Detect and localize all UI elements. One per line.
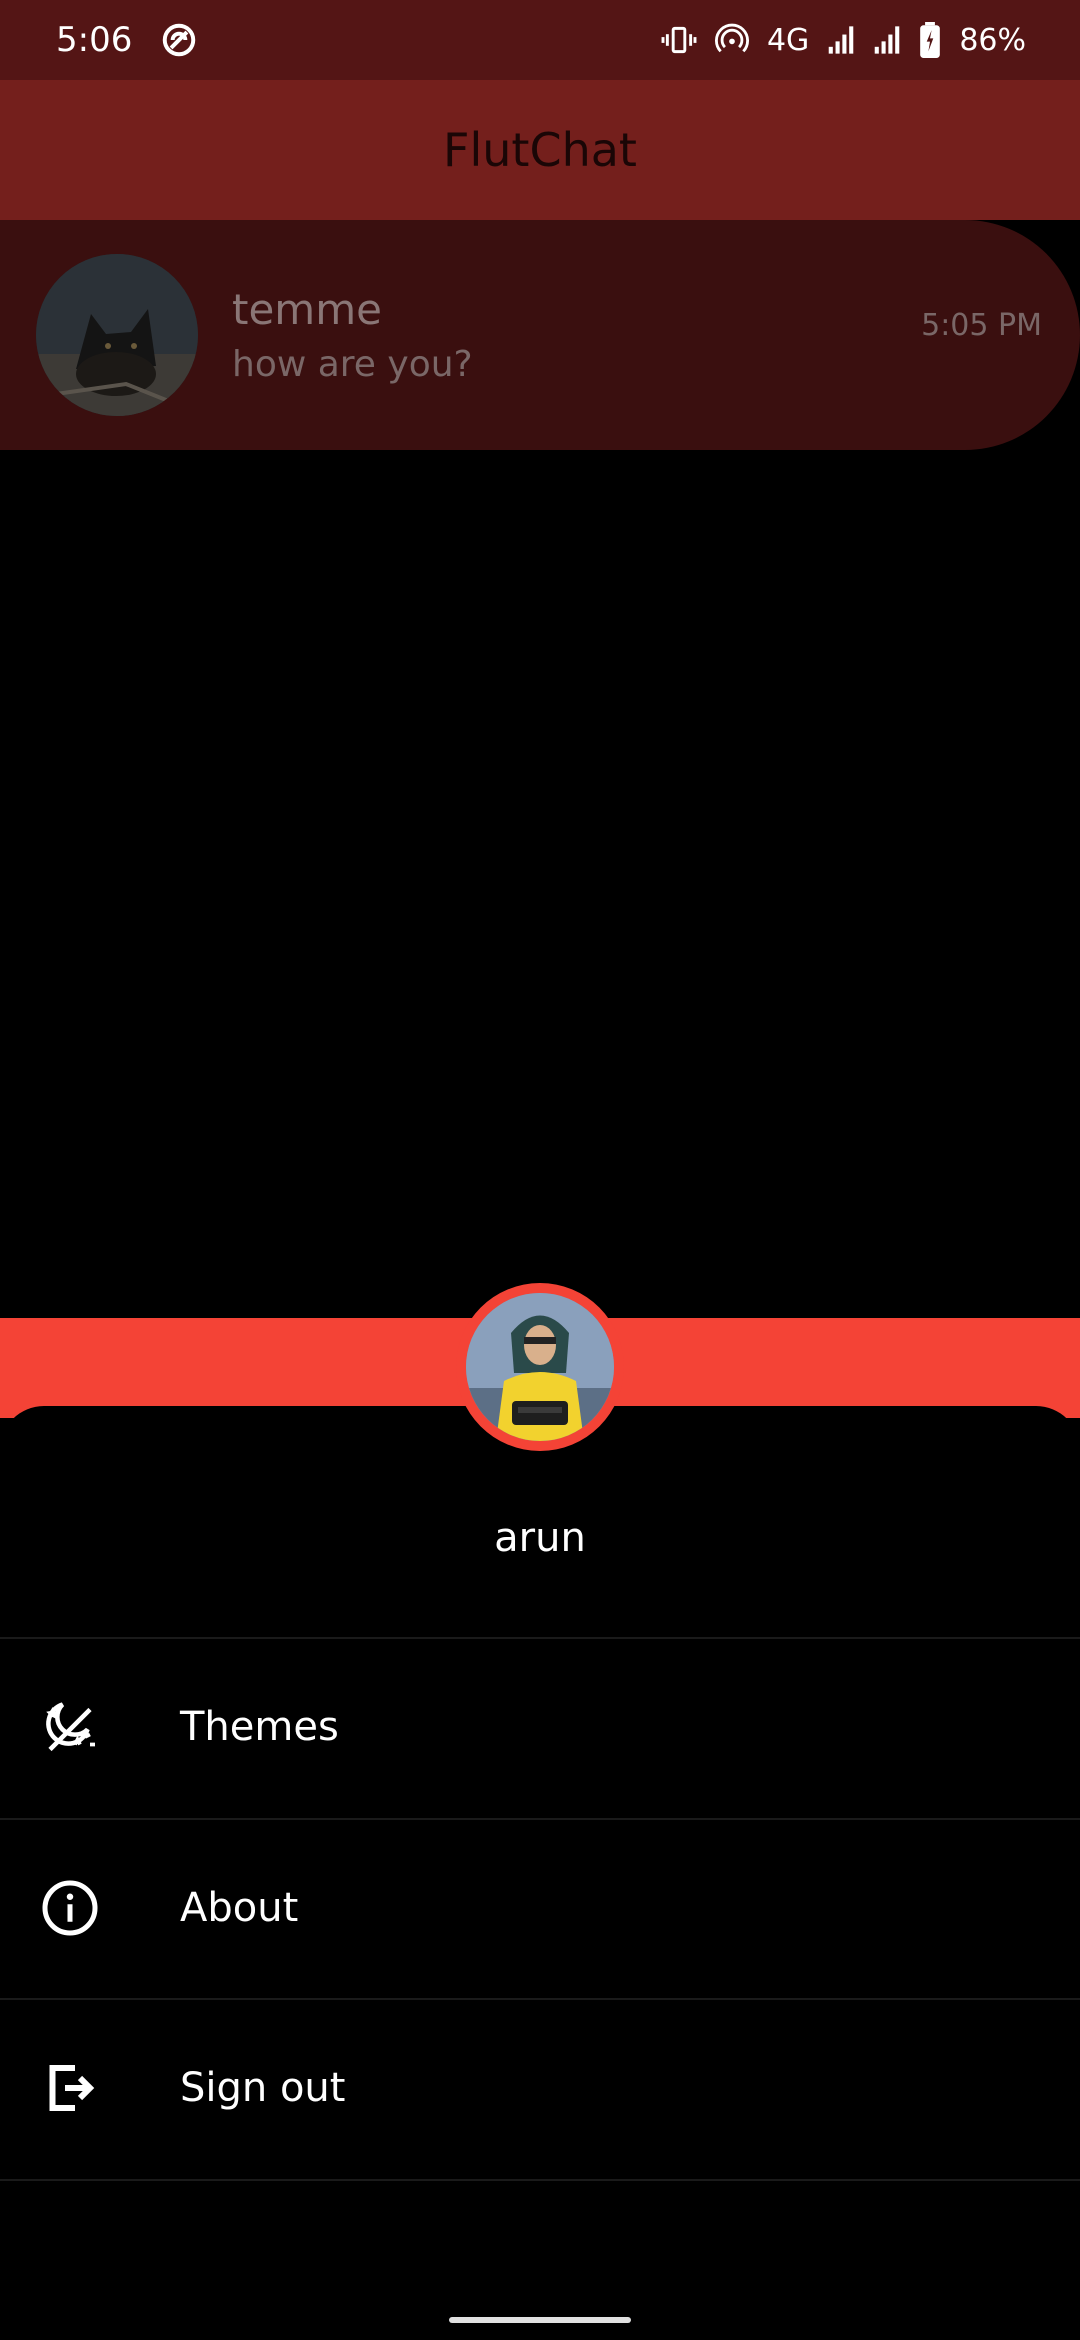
menu-label-themes: Themes: [180, 1704, 339, 1750]
chat-text: temme how are you?: [232, 285, 473, 385]
cat-photo: [36, 254, 198, 416]
user-photo: [466, 1293, 614, 1441]
chat-last-message: how are you?: [232, 344, 473, 385]
logout-icon: [49, 2065, 95, 2111]
navigation-bar: [0, 2250, 1080, 2340]
chat-avatar[interactable]: [36, 254, 198, 416]
info-icon: [42, 1880, 98, 1936]
gesture-handle[interactable]: [449, 2317, 631, 2323]
menu-label-about: About: [180, 1885, 299, 1931]
app-bar: FlutChat: [0, 80, 1080, 220]
chat-timestamp: 5:05 PM: [921, 307, 1042, 343]
chat-list-item[interactable]: temme how are you? 5:05 PM: [0, 220, 1080, 450]
theme-sun-moon-icon: [46, 1702, 95, 1752]
battery-percent: 86%: [959, 22, 1026, 58]
hotspot-icon: [714, 23, 749, 53]
chat-contact-name: temme: [232, 285, 382, 334]
status-bar: 5:06 4G 86%: [0, 0, 1080, 80]
app-title: FlutChat: [443, 123, 637, 177]
signal-icon: [829, 26, 854, 54]
network-type: 4G: [766, 22, 810, 58]
menu-item-about[interactable]: About: [0, 1819, 1080, 1997]
status-time: 5:06: [56, 20, 133, 60]
menu-label-sign-out: Sign out: [180, 2065, 346, 2111]
status-icons: 4G 86%: [661, 22, 1026, 58]
profile-avatar[interactable]: [456, 1283, 624, 1451]
divider: [0, 2179, 1080, 2181]
profile-name: arun: [494, 1515, 586, 1561]
menu-item-themes[interactable]: Themes: [0, 1638, 1080, 1816]
signal-icon: [875, 26, 900, 54]
menu-item-sign-out[interactable]: Sign out: [0, 1999, 1080, 2177]
vpn-key-icon: [163, 23, 196, 57]
battery-icon: [920, 22, 941, 58]
vibrate-icon: [661, 26, 697, 54]
